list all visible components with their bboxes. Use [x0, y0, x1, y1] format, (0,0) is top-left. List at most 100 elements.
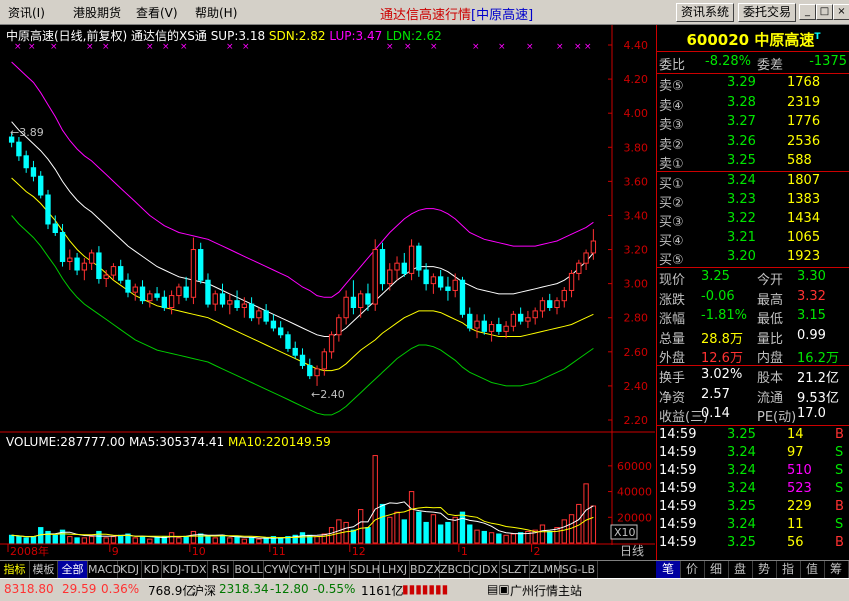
- date-tick-label: 12: [352, 545, 366, 558]
- indicator-tab[interactable]: BOLL: [234, 561, 264, 578]
- volume-bar: [357, 509, 364, 544]
- price-tick-label: 2.60: [624, 346, 649, 359]
- indicator-tab[interactable]: KDJ-TDX: [162, 561, 208, 578]
- indicator-tab[interactable]: RSI: [208, 561, 234, 578]
- price-tick-label: 3.20: [624, 244, 649, 257]
- volume-bar: [474, 529, 480, 544]
- indicator-tab[interactable]: CYHT: [290, 561, 320, 578]
- tick-side: S: [835, 517, 844, 532]
- menu-info[interactable]: 资讯(I): [8, 4, 45, 21]
- tick-row: 14:59 3.25 56 B: [657, 534, 849, 553]
- candle-body: [328, 334, 335, 353]
- buy-level-label: 买③: [659, 215, 684, 230]
- detail-tab[interactable]: 价: [680, 561, 705, 578]
- menu-hk-futures[interactable]: 港股期货: [73, 4, 121, 21]
- indicator-tab[interactable]: ZLMM: [530, 561, 563, 578]
- stat-value: 3.15: [797, 308, 826, 323]
- low-mark-label: ←2.40: [311, 388, 345, 401]
- detail-tab[interactable]: 笔: [656, 561, 681, 578]
- tick-side: S: [835, 445, 844, 460]
- signal-marker: ×: [526, 42, 534, 52]
- stat-value: 9.53亿: [797, 390, 839, 406]
- indicator-tab[interactable]: KD: [142, 561, 162, 578]
- candle-body: [168, 295, 175, 308]
- quote-stat-row: 总量 28.8万 量比 0.99: [657, 327, 849, 347]
- chart-area[interactable]: 4.40 4.20 4.00 3.80 3.60 3.40 3.20 3.00 2.80 2.60…: [0, 25, 655, 560]
- wecha-label: 委差: [757, 58, 784, 73]
- price-tick-label: 3.80: [624, 141, 649, 154]
- indicator-tab[interactable]: SG-LB: [560, 561, 598, 578]
- indicator-tab[interactable]: CJDX: [470, 561, 500, 578]
- candle-body: [299, 354, 306, 366]
- sh-pct: 0.36%: [101, 582, 140, 596]
- high-mark-label: ←3.89: [10, 126, 44, 139]
- indicator-tab[interactable]: CYW: [264, 561, 290, 578]
- tick-side: B: [835, 427, 844, 442]
- volume-bar: [190, 530, 197, 544]
- indicator-tab[interactable]: SDLH: [350, 561, 380, 578]
- tick-time: 14:59: [659, 463, 697, 478]
- volume-bar: [183, 536, 189, 544]
- candle-body: [408, 245, 415, 274]
- trade-button[interactable]: 委托交易: [738, 3, 796, 22]
- volume-bar: [314, 536, 320, 544]
- sell-price: 3.26: [727, 133, 756, 149]
- detail-tab[interactable]: 势: [752, 561, 777, 578]
- indicator-tab[interactable]: LYJH: [320, 561, 350, 578]
- buy-order-row: 买② 3.23 1383: [657, 191, 849, 211]
- volume-bar: [452, 516, 458, 544]
- buy-level-label: 买②: [659, 196, 684, 211]
- indicator-tab[interactable]: MACD: [88, 561, 121, 578]
- menu-view[interactable]: 查看(V): [136, 4, 178, 21]
- indicator-tab[interactable]: LHXJ: [380, 561, 410, 578]
- candle-body: [336, 317, 342, 336]
- volume-bar: [256, 538, 262, 544]
- volume-bar: [52, 534, 58, 544]
- menu-help[interactable]: 帮助(H): [195, 4, 237, 21]
- detail-tab[interactable]: 筹: [824, 561, 849, 578]
- indicator-tab[interactable]: 指标: [0, 561, 30, 578]
- candle-body: [437, 276, 444, 288]
- candle-body: [234, 300, 240, 309]
- detail-tab[interactable]: 值: [800, 561, 825, 578]
- volume-value: VOLUME:287777.00: [6, 435, 126, 449]
- minimize-icon[interactable]: _: [799, 4, 816, 20]
- volume-bar: [248, 537, 255, 544]
- kline-chart[interactable]: 4.40 4.20 4.00 3.80 3.60 3.40 3.20 3.00 2.80 2.60…: [0, 25, 655, 560]
- network-icon: ▤▣: [487, 582, 510, 596]
- date-tick-label: 9: [112, 545, 119, 558]
- candle-body: [212, 293, 218, 305]
- volume-bar: [510, 533, 517, 544]
- maximize-icon[interactable]: □: [816, 4, 833, 20]
- candle-body: [241, 303, 248, 309]
- candle-body: [190, 249, 197, 298]
- candle-body: [321, 351, 327, 370]
- indicator-tab[interactable]: SLZT: [500, 561, 530, 578]
- indicator-tab[interactable]: BDZX: [410, 561, 441, 578]
- chart-header: 中原高速(日线,前复权) 通达信的XS通 SUP:3.18 SDN:2.82 L…: [6, 27, 442, 44]
- indicator-tab[interactable]: 全部: [58, 561, 88, 578]
- indicator-tabs: 指标 模板 全部 MACD KDJ KD KDJ-TDX RSI BOLL CYW CYHT LYJH…: [0, 560, 656, 578]
- date-tick-label: 2008年: [10, 544, 49, 558]
- stock-title: 600020 中原高速T: [657, 29, 849, 50]
- stat-label: 今开: [757, 273, 784, 288]
- sell-order-row: 卖② 3.26 2536: [657, 133, 849, 153]
- volume-bar: [430, 514, 437, 544]
- indicator-tab[interactable]: 模板: [30, 561, 58, 578]
- tick-time: 14:59: [659, 535, 697, 550]
- volume-bar: [299, 532, 306, 544]
- date-tick-label: 2: [534, 545, 541, 558]
- indicator-tab[interactable]: ZBCD: [440, 561, 471, 578]
- candle-body: [547, 300, 553, 309]
- ma10-value: MA10:220149.59: [227, 435, 331, 449]
- candle-body: [30, 167, 37, 177]
- detail-tab[interactable]: 盘: [728, 561, 753, 578]
- tick-price: 3.24: [727, 463, 756, 478]
- detail-tab[interactable]: 指: [776, 561, 801, 578]
- info-system-button[interactable]: 资讯系统: [676, 3, 734, 22]
- date-tick-label: 11: [272, 545, 286, 558]
- date-tick-label: 10: [192, 545, 206, 558]
- indicator-tab[interactable]: KDJ: [118, 561, 142, 578]
- detail-tab[interactable]: 细: [704, 561, 729, 578]
- close-icon[interactable]: ×: [833, 4, 849, 20]
